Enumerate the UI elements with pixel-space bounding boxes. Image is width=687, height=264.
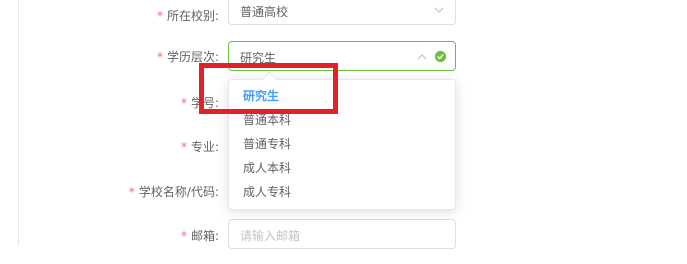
required-mark: * xyxy=(128,185,135,199)
email-field[interactable]: 请输入邮箱 xyxy=(228,219,456,249)
campus-type-select[interactable]: 普通高校 xyxy=(228,0,456,25)
education-level-dropdown: 研究生 普通本科 普通专科 成人本科 成人专科 xyxy=(228,71,456,210)
option-regular-junior-college[interactable]: 普通专科 xyxy=(229,132,455,156)
form-left-border xyxy=(18,0,19,246)
option-adult-junior-college[interactable]: 成人专科 xyxy=(229,180,455,204)
option-graduate[interactable]: 研究生 xyxy=(229,84,455,108)
check-circle-icon xyxy=(434,50,447,63)
student-no-label: * 学号: xyxy=(180,96,219,110)
chevron-down-icon[interactable] xyxy=(433,4,445,16)
campus-type-label: * 所在校别: xyxy=(156,9,219,23)
required-mark: * xyxy=(180,96,187,110)
required-mark: * xyxy=(180,140,187,154)
email-label: * 邮箱: xyxy=(180,229,219,243)
major-label: * 专业: xyxy=(180,140,219,154)
campus-type-value: 普通高校 xyxy=(240,5,289,19)
email-placeholder: 请输入邮箱 xyxy=(240,229,301,243)
education-level-label: * 学历层次: xyxy=(156,50,219,64)
required-mark: * xyxy=(156,50,163,64)
required-mark: * xyxy=(156,9,163,23)
option-adult-undergraduate[interactable]: 成人本科 xyxy=(229,156,455,180)
chevron-up-icon[interactable] xyxy=(416,51,428,63)
education-level-select[interactable]: 研究生 xyxy=(228,41,456,71)
education-level-value: 研究生 xyxy=(240,51,277,65)
option-regular-undergraduate[interactable]: 普通本科 xyxy=(229,108,455,132)
required-mark: * xyxy=(180,229,187,243)
school-name-code-label: * 学校名称/代码: xyxy=(128,185,219,199)
